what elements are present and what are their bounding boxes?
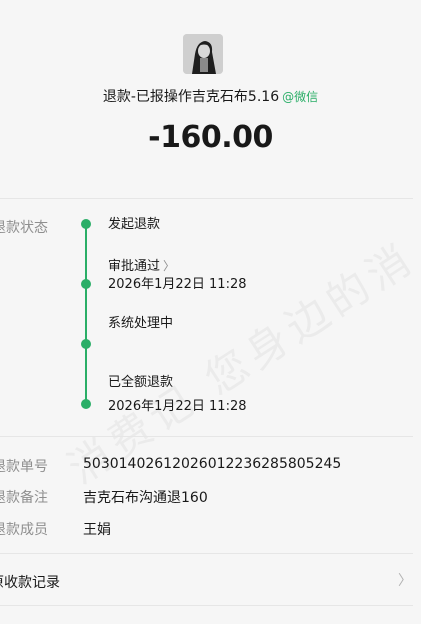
step-title: 审批通过 [108, 259, 161, 274]
timeline-dot [81, 219, 91, 229]
step-title: 发起退款 [108, 217, 161, 232]
step-time: 2026年1月22日 11:28 [108, 277, 247, 292]
transaction-title-text: 退款-已报操作吉克石布5.16 [102, 89, 280, 105]
timeline-dot [81, 279, 91, 289]
step-title: 已全额退款 [108, 375, 174, 390]
step-title: 系统处理中 [108, 316, 174, 331]
detail-label: 退款成员 [0, 522, 48, 538]
detail-label: 退款备注 [0, 490, 48, 506]
timeline-step: 系统处理中 [108, 315, 173, 333]
transaction-title: 退款-已报操作吉克石布5.16 @微信 [0, 88, 421, 106]
timeline-dot [81, 399, 91, 409]
timeline-step-approval[interactable]: 审批通过〉 2026年1月22日 11:28 [108, 257, 247, 294]
timeline-step: 发起退款 [108, 216, 160, 234]
divider [0, 553, 413, 554]
source-label: 微信 [294, 90, 319, 104]
chevron-right-icon[interactable]: 〉 [398, 570, 412, 590]
avatar-image [183, 34, 223, 74]
avatar[interactable] [183, 34, 223, 74]
divider [0, 198, 413, 199]
wechat-source: @微信 [282, 90, 318, 104]
timeline-step: 已全额退款 2026年1月22日 11:28 [108, 374, 247, 416]
status-label: 退款状态 [0, 220, 48, 236]
at-icon: @ [282, 90, 295, 104]
original-record-link[interactable]: 原收款记录 [0, 572, 60, 592]
divider [0, 605, 413, 606]
refund-note: 吉克石布沟通退160 [83, 490, 208, 506]
step-time: 2026年1月22日 11:28 [108, 399, 247, 414]
detail-label: 退款单号 [0, 459, 48, 475]
refund-amount: -160.00 [148, 120, 273, 155]
refund-number[interactable]: 50301402612026012236285805245 [83, 456, 341, 472]
chevron-right-icon: 〉 [163, 259, 176, 273]
refund-member: 王娟 [83, 522, 111, 538]
divider [0, 436, 413, 437]
timeline-dot [81, 339, 91, 349]
timeline-line [85, 224, 87, 405]
watermark: 消费记 您身边的消 [0, 182, 421, 538]
